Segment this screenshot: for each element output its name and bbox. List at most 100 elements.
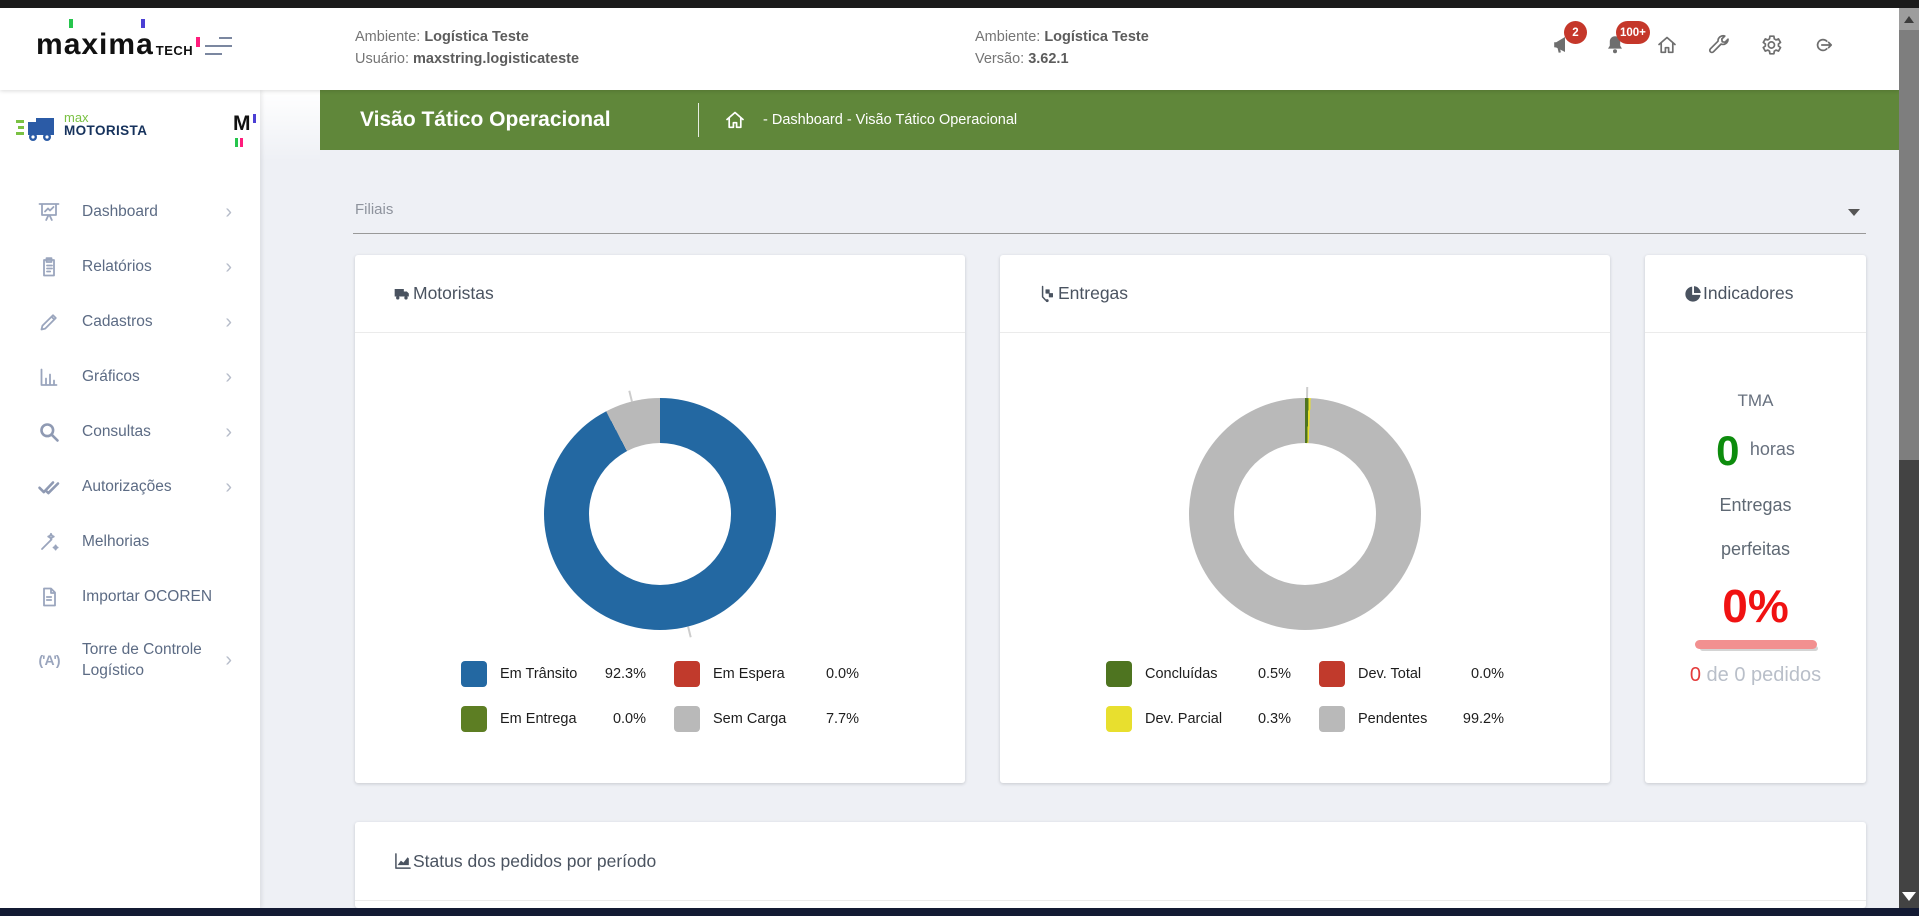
tools-button[interactable] <box>1704 30 1734 60</box>
chevron-right-icon: › <box>225 257 232 277</box>
antenna-icon: ('A') <box>36 647 62 673</box>
pencil-icon <box>36 309 62 335</box>
sidebar-item-consultas[interactable]: Consultas › <box>0 404 260 459</box>
logout-icon <box>1811 33 1835 57</box>
sidebar-item-graficos[interactable]: Gráficos › <box>0 349 260 404</box>
tma-value: 0 <box>1716 427 1739 474</box>
chevron-right-icon: › <box>225 312 232 332</box>
notifications-button[interactable]: 100+ <box>1600 30 1630 60</box>
sidebar-item-relatorios[interactable]: Relatórios › <box>0 239 260 294</box>
clipboard-icon <box>36 254 62 280</box>
chevron-right-icon: › <box>225 202 232 222</box>
page-title: Visão Tático Operacional <box>360 108 698 132</box>
indicadores-card-header: Indicadores <box>1645 255 1866 333</box>
document-icon <box>36 584 62 610</box>
legend-item: Concluídas 0.5% <box>1106 661 1291 687</box>
environment-info-left: Ambiente: Logística Teste Usuário: maxst… <box>355 26 579 70</box>
gear-icon <box>1759 33 1783 57</box>
breadcrumb-home-icon[interactable] <box>723 108 747 132</box>
tma-value-row: 0 horas <box>1645 427 1866 475</box>
breadcrumb: - Dashboard - Visão Tático Operacional <box>763 112 1017 128</box>
logo-motorista-label: MOTORISTA <box>64 124 147 137</box>
indicadores-card: Indicadores TMA 0 horas Entregas perfeit… <box>1645 255 1866 783</box>
chevron-right-icon: › <box>225 422 232 442</box>
truck-logo-icon <box>16 112 60 149</box>
sidebar: max MOTORISTA M Dashboard › Relatórios ›… <box>0 90 260 908</box>
legend-swatch <box>1319 706 1345 732</box>
entregas-title: Entregas <box>1058 283 1128 304</box>
legend-item: Dev. Total 0.0% <box>1319 661 1504 687</box>
truck-icon <box>393 284 413 304</box>
legend-swatch <box>1106 661 1132 687</box>
legend-item: Sem Carga 7.7% <box>674 706 859 732</box>
metric-line-perfeitas: perfeitas <box>1645 539 1866 560</box>
entregas-legend: Concluídas 0.5% Dev. Total 0.0% Dev. Par… <box>1000 661 1610 732</box>
announcements-button[interactable]: 2 <box>1548 30 1578 60</box>
sidebar-logo: max MOTORISTA M <box>0 90 260 178</box>
content-gap <box>260 90 320 162</box>
legend-item: Em Entrega 0.0% <box>461 706 646 732</box>
settings-button[interactable] <box>1756 30 1786 60</box>
sidebar-item-cadastros[interactable]: Cadastros › <box>0 294 260 349</box>
home-icon <box>1655 33 1679 57</box>
sidebar-item-autorizacoes[interactable]: Autorizações › <box>0 459 260 514</box>
tma-label: TMA <box>1645 391 1866 411</box>
donut-tick <box>1306 387 1308 398</box>
legend-item: Dev. Parcial 0.3% <box>1106 706 1291 732</box>
pie-chart-icon <box>1683 284 1703 304</box>
status-title: Status dos pedidos por período <box>413 851 656 872</box>
donut-tick <box>687 626 692 637</box>
filiais-label: Filiais <box>355 201 393 218</box>
area-chart-icon <box>393 851 413 871</box>
delivery-dolly-icon <box>1038 284 1058 304</box>
sidebar-item-torre-de-controle[interactable]: ('A') Torre de Controle Logístico › <box>0 624 260 696</box>
dropdown-caret-icon <box>1848 209 1860 216</box>
indicadores-title: Indicadores <box>1703 283 1793 304</box>
tma-unit: horas <box>1750 439 1795 459</box>
ambiente-value-2: Logística Teste <box>1044 29 1148 45</box>
scroll-down-arrow-icon[interactable] <box>1902 892 1916 901</box>
legend-swatch <box>461 706 487 732</box>
chevron-right-icon: › <box>225 367 232 387</box>
magic-wand-icon <box>36 529 62 555</box>
page-title-bar: Visão Tático Operacional - Dashboard - V… <box>320 90 1899 150</box>
home-button[interactable] <box>1652 30 1682 60</box>
logo-tech-label: TECH <box>156 43 193 60</box>
status-card-header: Status dos pedidos por período <box>355 822 1866 901</box>
header-action-icons: 2 100+ <box>1548 30 1860 60</box>
window-top-strip <box>0 0 1919 8</box>
vertical-scrollbar[interactable] <box>1899 8 1919 908</box>
sidebar-item-dashboard[interactable]: Dashboard › <box>0 184 260 239</box>
legend-swatch <box>674 661 700 687</box>
legend-item: Pendentes 99.2% <box>1319 706 1504 732</box>
indicadores-body: TMA 0 horas Entregas perfeitas 0% 0 de 0… <box>1645 333 1866 687</box>
filiais-select[interactable]: Filiais <box>353 189 1866 234</box>
m-mark-logo: M <box>233 112 260 160</box>
bar-chart-icon <box>36 364 62 390</box>
entregas-donut-chart <box>1189 398 1421 630</box>
motoristas-donut-chart <box>544 398 776 630</box>
legend-swatch <box>461 661 487 687</box>
window-bottom-strip <box>0 908 1919 916</box>
environment-info-right: Ambiente: Logística Teste Versão: 3.62.1 <box>975 26 1149 70</box>
scroll-up-button[interactable] <box>1899 8 1919 30</box>
orders-footer: 0 de 0 pedidos <box>1645 664 1866 687</box>
scrollbar-thumb[interactable] <box>1899 30 1919 460</box>
motoristas-title: Motoristas <box>413 283 494 304</box>
ambiente-label-2: Ambiente: <box>975 29 1040 45</box>
legend-item: Em Espera 0.0% <box>674 661 859 687</box>
sidebar-item-melhorias[interactable]: Melhorias <box>0 514 260 569</box>
notifications-badge: 100+ <box>1616 21 1650 44</box>
versao-value: 3.62.1 <box>1028 51 1068 67</box>
motoristas-card: Motoristas Em Trânsito 92.3% Em Espera 0… <box>355 255 965 783</box>
dashboard-icon <box>36 199 62 225</box>
legend-item: Em Trânsito 92.3% <box>461 661 646 687</box>
chevron-right-icon: › <box>225 650 232 670</box>
logout-button[interactable] <box>1808 30 1838 60</box>
chevron-right-icon: › <box>225 477 232 497</box>
sidebar-item-importar-ocoren[interactable]: Importar OCOREN <box>0 569 260 624</box>
menu-toggle-icon[interactable] <box>205 35 232 57</box>
maxima-tech-logo: maxima TECH <box>36 30 193 60</box>
titlebar-divider <box>698 103 699 137</box>
entregas-card: Entregas Concluídas 0.5% Dev. Total 0.0%… <box>1000 255 1610 783</box>
